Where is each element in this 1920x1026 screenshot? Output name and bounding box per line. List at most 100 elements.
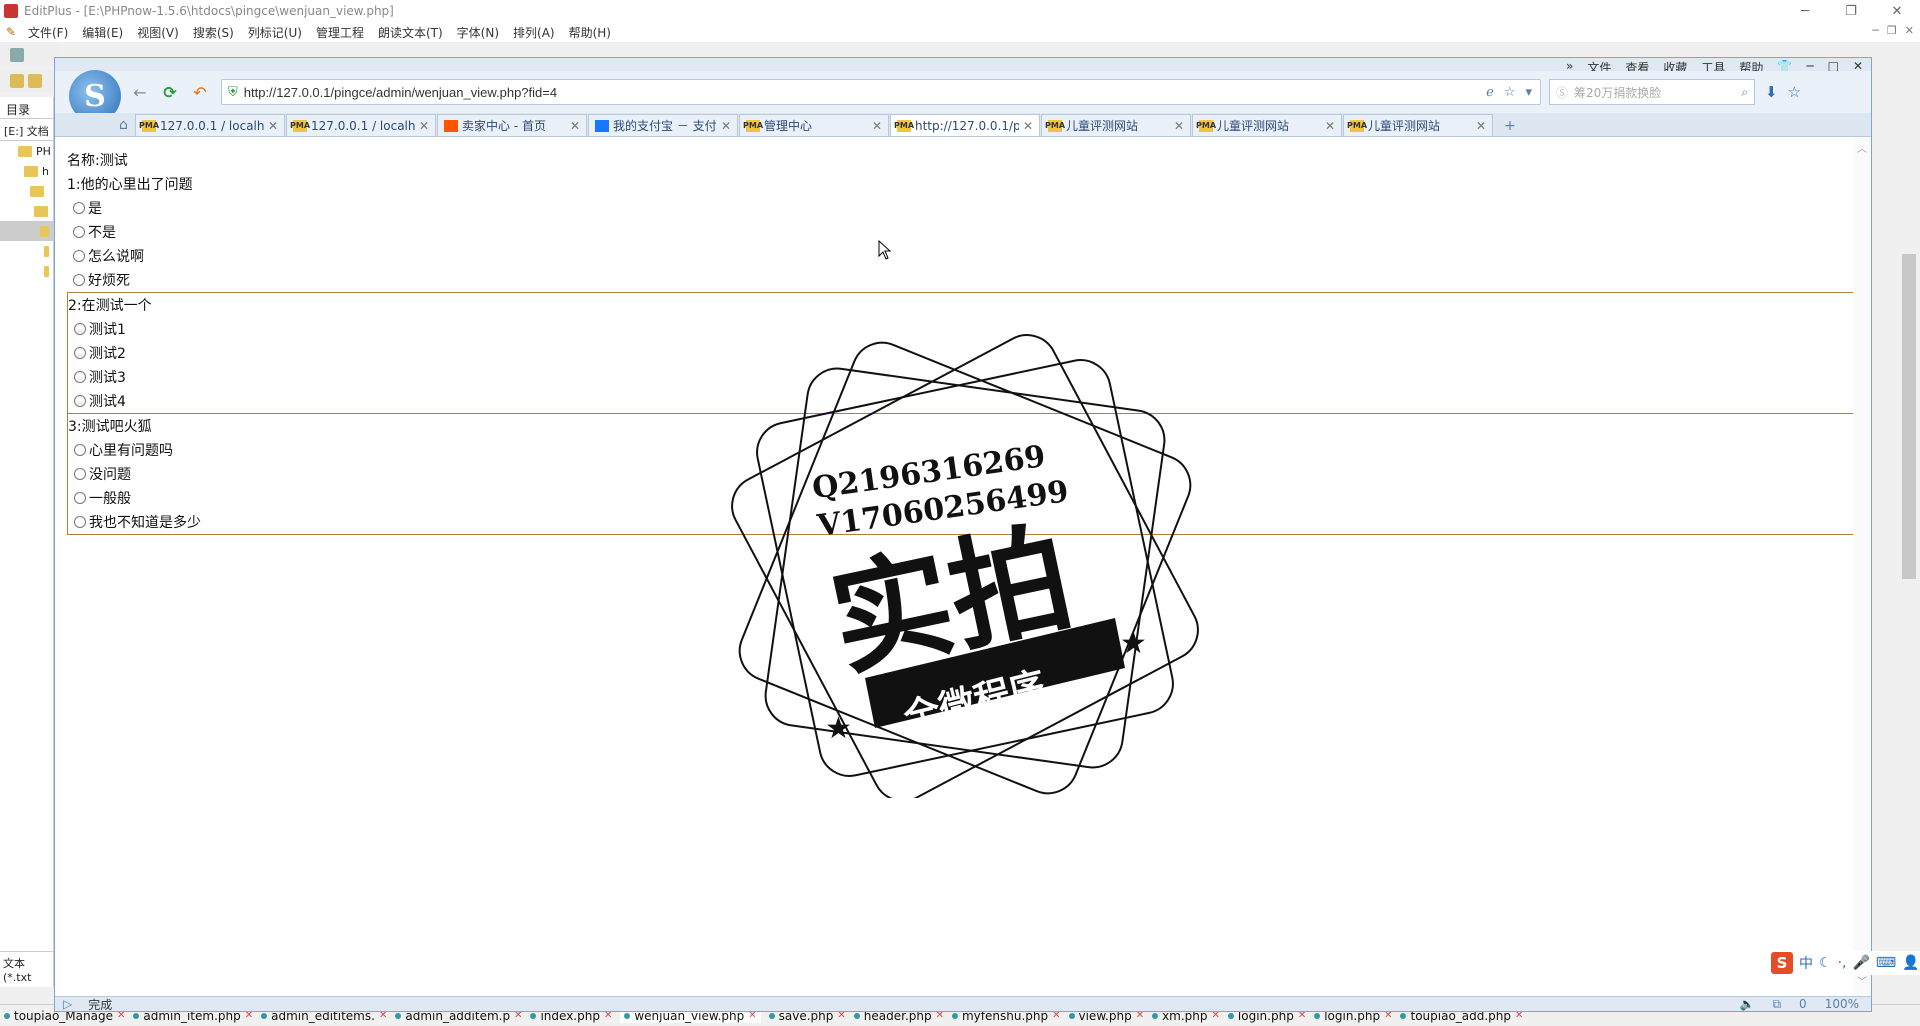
moon-icon[interactable]: ☾ bbox=[1819, 955, 1832, 971]
radio-button[interactable] bbox=[74, 444, 86, 456]
file-icon bbox=[768, 1012, 775, 1019]
scroll-up-icon[interactable]: ︿ bbox=[1857, 140, 1867, 155]
home-icon[interactable]: ⌂ bbox=[119, 117, 128, 133]
browser-tab[interactable]: 我的支付宝 － 支付宝✕ bbox=[588, 114, 738, 136]
radio-button[interactable] bbox=[73, 226, 85, 238]
radio-option[interactable]: 好烦死 bbox=[67, 268, 1857, 292]
scrollbar-thumb[interactable] bbox=[1902, 254, 1916, 579]
sogou-ime-icon[interactable]: S bbox=[1771, 952, 1793, 974]
punctuation-icon[interactable]: ·, bbox=[1838, 955, 1847, 971]
menu-column[interactable]: 列标记(U) bbox=[248, 24, 302, 41]
microphone-icon[interactable]: 🎤 bbox=[1852, 955, 1869, 971]
menu-search[interactable]: 搜索(S) bbox=[193, 24, 234, 41]
close-tab-icon[interactable]: ✕ bbox=[1476, 119, 1486, 133]
close-tab-icon[interactable]: ✕ bbox=[570, 119, 580, 133]
directory-tab[interactable]: 目录 bbox=[0, 97, 53, 119]
menu-view[interactable]: 视图(V) bbox=[137, 24, 179, 41]
menu-help[interactable]: 帮助(H) bbox=[569, 24, 611, 41]
radio-button[interactable] bbox=[74, 492, 86, 504]
ime-chinese-mode[interactable]: 中 bbox=[1799, 953, 1813, 973]
close-tab-icon[interactable]: ✕ bbox=[872, 119, 882, 133]
back-icon[interactable]: ← bbox=[129, 81, 151, 103]
ie-mode-icon[interactable]: ℯ bbox=[1486, 85, 1494, 100]
folder-icon bbox=[30, 185, 44, 197]
tree-item-selected[interactable] bbox=[0, 221, 53, 241]
editplus-mdi-controls: ─ ❐ ✕ bbox=[1872, 24, 1914, 37]
radio-button[interactable] bbox=[74, 371, 86, 383]
search-icon[interactable]: ⌕ bbox=[1741, 85, 1748, 100]
menu-arrange[interactable]: 排列(A) bbox=[513, 24, 555, 41]
radio-button[interactable] bbox=[74, 516, 86, 528]
open-folder-icon[interactable] bbox=[28, 74, 42, 88]
radio-button[interactable] bbox=[74, 468, 86, 480]
radio-button[interactable] bbox=[73, 202, 85, 214]
download-icon[interactable]: ⬇ bbox=[1765, 83, 1778, 101]
new-tab-icon[interactable]: + bbox=[1498, 116, 1522, 136]
menu-font[interactable]: 字体(N) bbox=[457, 24, 499, 41]
menu-read-text[interactable]: 朗读文本(T) bbox=[378, 24, 443, 41]
chevron-down-icon[interactable]: ▾ bbox=[1525, 85, 1532, 100]
user-icon[interactable]: 👤 bbox=[1902, 955, 1919, 971]
status-text: 完成 bbox=[88, 997, 113, 1012]
tree-item[interactable] bbox=[0, 241, 53, 261]
radio-option[interactable]: 是 bbox=[67, 196, 1857, 220]
refresh-icon[interactable]: ⟳ bbox=[159, 81, 181, 103]
radio-button[interactable] bbox=[74, 395, 86, 407]
browser-scrollbar[interactable]: ︿ ﹀ bbox=[1853, 138, 1871, 998]
close-tab-icon[interactable]: ✕ bbox=[1174, 119, 1184, 133]
tree-item[interactable]: h bbox=[0, 161, 53, 181]
close-tab-icon[interactable]: ✕ bbox=[1325, 119, 1335, 133]
editplus-window-controls: ─ ❐ ✕ bbox=[1782, 0, 1920, 22]
radio-button[interactable] bbox=[74, 347, 86, 359]
close-tab-icon[interactable]: ✕ bbox=[419, 119, 429, 133]
block-counter[interactable]: 0 bbox=[1799, 997, 1807, 1012]
tree-item[interactable] bbox=[0, 261, 53, 281]
new-file-icon[interactable] bbox=[10, 74, 24, 88]
bookmark-star-icon[interactable]: ☆ bbox=[1504, 85, 1516, 100]
volume-icon[interactable]: 🔈 bbox=[1740, 997, 1755, 1012]
keyboard-icon[interactable]: ⌨ bbox=[1876, 955, 1896, 971]
browser-tab[interactable]: 卖家中心 - 首页 ✕ bbox=[437, 114, 587, 136]
mdi-close-icon[interactable]: ✕ bbox=[1905, 24, 1914, 37]
tree-item[interactable]: PH bbox=[0, 141, 53, 161]
close-tab-icon[interactable]: ✕ bbox=[721, 119, 731, 133]
address-url[interactable]: http://127.0.0.1/pingce/admin/wenjuan_vi… bbox=[244, 85, 557, 100]
menu-project[interactable]: 管理工程 bbox=[316, 24, 364, 41]
close-tab-icon[interactable]: ✕ bbox=[268, 119, 278, 133]
browser-tab-active[interactable]: PMAhttp://127.0.0.1/pingc✕ bbox=[890, 114, 1040, 136]
radio-option[interactable]: 不是 bbox=[67, 220, 1857, 244]
browser-tab[interactable]: PMA 儿童评测网站 ✕ bbox=[1192, 114, 1342, 136]
file-filter[interactable]: 文本 (*.txt bbox=[0, 951, 54, 987]
drive-selector[interactable]: [E:] 文档 bbox=[0, 119, 53, 141]
browser-tab[interactable]: PMA127.0.0.1 / localhost /✕ bbox=[286, 114, 436, 136]
radio-option[interactable]: 怎么说啊 bbox=[67, 244, 1857, 268]
browser-tab[interactable]: PMA 儿童评测网站 ✕ bbox=[1343, 114, 1493, 136]
menu-edit[interactable]: 编辑(E) bbox=[82, 24, 123, 41]
mdi-minimize-icon[interactable]: ─ bbox=[1872, 24, 1879, 37]
globe-icon[interactable] bbox=[10, 48, 24, 62]
search-box[interactable]: Ⓢ 筹20万捐款换脸 ⌕ bbox=[1549, 79, 1755, 105]
address-bar[interactable]: ⛨ http://127.0.0.1/pingce/admin/wenjuan_… bbox=[221, 79, 1541, 105]
mdi-restore-icon[interactable]: ❐ bbox=[1887, 24, 1897, 37]
browser-tab[interactable]: PMA127.0.0.1 / localhost /✕ bbox=[135, 114, 285, 136]
screenshot-icon[interactable]: ⧉ bbox=[1772, 997, 1781, 1012]
minimize-icon[interactable]: ─ bbox=[1782, 0, 1828, 22]
editplus-right-scrollbar[interactable] bbox=[1880, 44, 1920, 989]
close-icon[interactable]: ✕ bbox=[1874, 0, 1920, 22]
browser-tab[interactable]: PMA 管理中心 ✕ bbox=[739, 114, 889, 136]
tree-item[interactable] bbox=[0, 201, 53, 221]
radio-button[interactable] bbox=[74, 323, 86, 335]
radio-button[interactable] bbox=[73, 274, 85, 286]
favorites-star-icon[interactable]: ☆ bbox=[1788, 83, 1801, 101]
tree-item[interactable] bbox=[0, 181, 53, 201]
browser-tab[interactable]: PMA 儿童评测网站 ✕ bbox=[1041, 114, 1191, 136]
sidebar-toggle-icon[interactable]: ▷ bbox=[63, 997, 72, 1011]
menu-file[interactable]: 文件(F) bbox=[28, 24, 68, 41]
pma-favicon-icon: PMA bbox=[290, 119, 311, 132]
close-tab-icon[interactable]: ✕ bbox=[1023, 119, 1033, 133]
restore-icon[interactable]: ❐ bbox=[1828, 0, 1874, 22]
zoom-level[interactable]: 100% bbox=[1825, 997, 1859, 1012]
scroll-down-icon[interactable]: ﹀ bbox=[1857, 973, 1867, 988]
radio-button[interactable] bbox=[73, 250, 85, 262]
undo-icon[interactable]: ↶ bbox=[189, 81, 211, 103]
